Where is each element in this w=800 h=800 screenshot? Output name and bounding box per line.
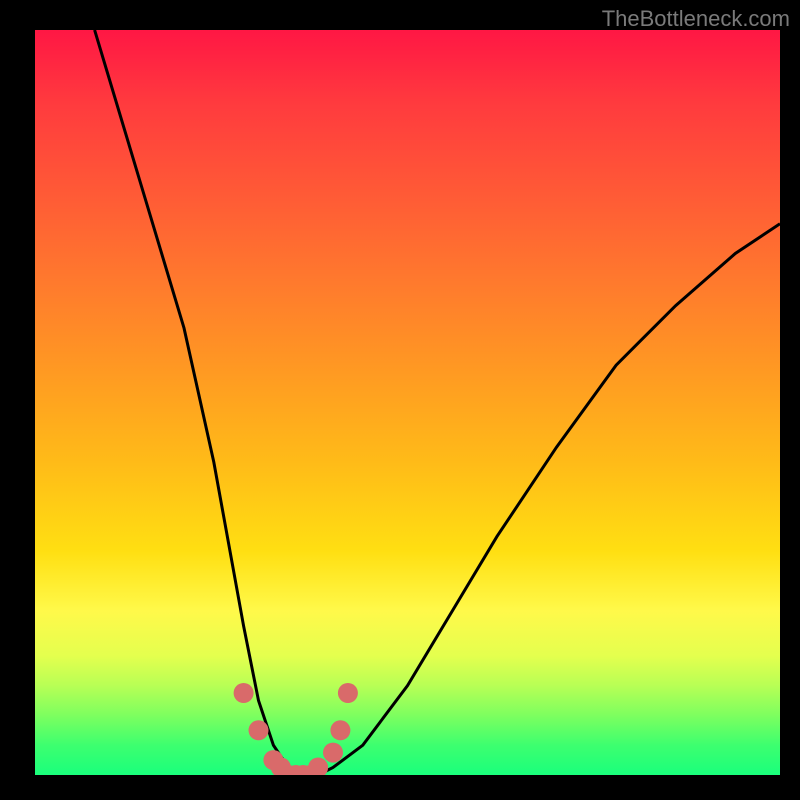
highlight-dot — [338, 683, 358, 703]
highlight-dot — [323, 743, 343, 763]
chart-frame: TheBottleneck.com — [0, 0, 800, 800]
bottleneck-chart — [35, 30, 780, 775]
plot-area — [35, 30, 780, 775]
highlight-dot — [330, 720, 350, 740]
bottleneck-curve-path — [95, 30, 780, 775]
highlight-dot — [249, 720, 269, 740]
watermark-text: TheBottleneck.com — [602, 6, 790, 32]
highlight-dot — [234, 683, 254, 703]
highlight-dot — [308, 758, 328, 776]
